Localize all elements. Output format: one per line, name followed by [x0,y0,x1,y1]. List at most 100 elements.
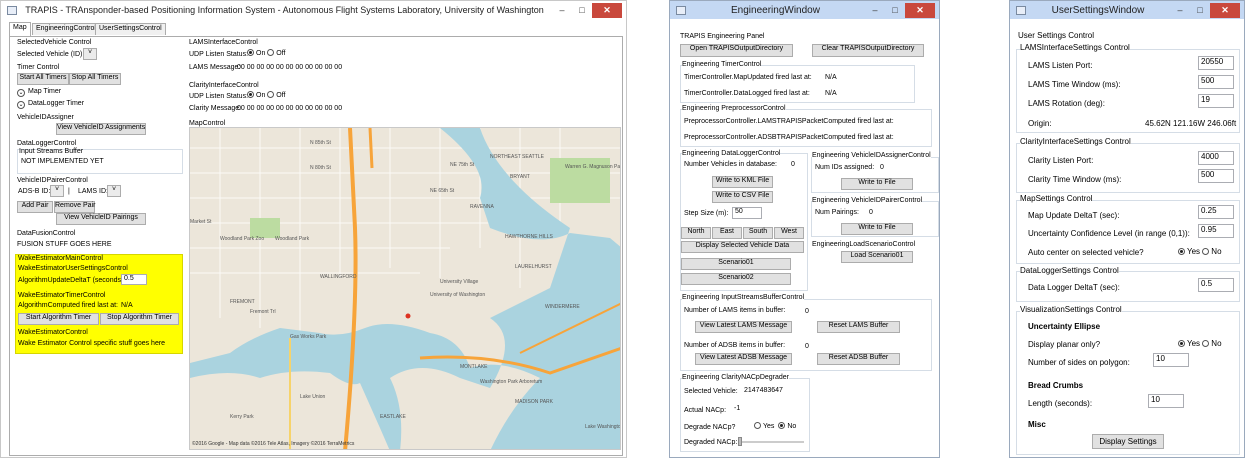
wake-delta-input[interactable]: 0.5 [121,274,147,285]
planar-no-radio[interactable] [1202,340,1210,347]
user-settings-window: UserSettingsWindow – □ ✕ User Settings Con… [1009,0,1245,458]
display-vehicle-data-button[interactable]: Display Selected Vehicle Data [681,241,804,253]
step-size-label: Step Size (m): [684,210,729,217]
polygon-sides-input[interactable]: 10 [1153,353,1189,367]
eng-nacp-header: Engineering ClarityNACpDegrader [682,374,789,381]
open-output-dir-button[interactable]: Open TRAPISOutputDirectory [680,44,793,57]
svg-text:MONTLAKE: MONTLAKE [460,364,488,370]
map-timer-expander[interactable]: ⌄ Map Timer [17,88,61,97]
reset-lams-button[interactable]: Reset LAMS Buffer [817,321,900,333]
tab-engineering[interactable]: EngineeringControl [32,23,100,35]
reset-adsb-button[interactable]: Reset ADSB Buffer [817,353,900,365]
scenario01-button[interactable]: Scenario01 [681,258,791,270]
datalogger-delta-input[interactable]: 0.5 [1198,278,1234,292]
minimize-icon[interactable]: – [1170,5,1190,15]
map-updated-label: TimerController.MapUpdated fired last at… [684,74,812,81]
data-logged-value: N/A [825,90,837,97]
degrade-radios[interactable]: Yes No [754,422,796,430]
tab-user-settings[interactable]: UserSettingsControl [95,23,166,35]
svg-text:FREMONT: FREMONT [230,299,255,305]
lams-port-input[interactable]: 20550 [1198,56,1234,70]
display-planar-radios[interactable]: Yes No [1178,339,1222,348]
tab-map[interactable]: Map [9,22,31,36]
east-button[interactable]: East [712,227,742,239]
lams-off-radio[interactable] [267,49,275,56]
lams-status-radios[interactable]: On Off [247,49,286,57]
degrade-yes-radio[interactable] [754,422,761,429]
selected-vehicle-combo[interactable]: ˅ [83,48,97,60]
selected-vehicle-label: Selected Vehicle: [684,388,738,395]
close-icon[interactable]: ✕ [592,2,622,18]
display-settings-button[interactable]: Display Settings [1092,434,1164,449]
start-algorithm-timer-button[interactable]: Start Algorithm Timer [18,313,99,325]
close-icon[interactable]: ✕ [905,2,935,18]
pairer-write-button[interactable]: Write to File [841,223,913,235]
write-kml-button[interactable]: Write to KML File [712,176,773,188]
scenario02-button[interactable]: Scenario02 [681,273,791,285]
svg-text:Woodland Park: Woodland Park [275,236,310,242]
clear-output-dir-button[interactable]: Clear TRAPISOutputDirectory [812,44,924,57]
pairer-header: VehicleIDPairerControl [17,177,88,184]
eng-timer-header: Engineering TimerControl [682,61,762,68]
lams-on-radio[interactable] [247,49,254,56]
clarity-off-radio[interactable] [267,91,275,98]
view-adsb-button[interactable]: View Latest ADSB Message [695,353,792,365]
view-vehicleid-assignments-button[interactable]: View VehicleID Assignments [56,123,146,135]
svg-text:WINDERMERE: WINDERMERE [545,304,580,310]
selected-vehicle-value: 2147483647 [744,387,783,394]
crumb-length-input[interactable]: 10 [1148,394,1184,408]
crumb-length-label: Length (seconds): [1028,399,1093,408]
confidence-input[interactable]: 0.95 [1198,224,1234,238]
lams-id-combo[interactable]: ˅ [107,185,121,197]
selected-vehicle-header: SelectedVehicle Control [17,39,92,46]
map-updated-value: N/A [825,74,837,81]
clarity-window-input[interactable]: 500 [1198,169,1234,183]
remove-pair-button[interactable]: Remove Pair [54,201,95,213]
lams-window-input[interactable]: 500 [1198,75,1234,89]
step-size-input[interactable]: 50 [732,207,762,219]
write-csv-button[interactable]: Write to CSV File [712,191,773,203]
auto-no-radio[interactable] [1202,248,1210,255]
south-button[interactable]: South [743,227,773,239]
view-vehicleid-pairings-button[interactable]: View VehicleID Pairings [56,213,146,225]
input-streams-label: Input Streams Buffer [19,148,84,155]
datalogger-timer-expander[interactable]: ⌄ DataLogger Timer [17,100,84,109]
clarity-on-radio[interactable] [247,91,254,98]
stop-all-timers-button[interactable]: Stop All Timers [69,73,121,85]
planar-yes-radio[interactable] [1178,340,1185,347]
assigner-write-button[interactable]: Write to File [841,178,913,190]
auto-center-radios[interactable]: Yes No [1178,247,1222,256]
adsb-id-combo[interactable]: ˅ [50,185,64,197]
minimize-icon[interactable]: – [552,5,572,15]
stop-algorithm-timer-button[interactable]: Stop Algorithm Timer [100,313,179,325]
maximize-icon[interactable]: □ [1190,5,1210,15]
minimize-icon[interactable]: – [865,5,885,15]
west-button[interactable]: West [774,227,804,239]
degrade-no-radio[interactable] [778,422,786,429]
expander-icon: ⌄ [17,101,25,109]
svg-text:Fremont Trl: Fremont Trl [250,309,276,315]
eng-assigner-header: Engineering VehicleIDAssignerControl [812,152,931,159]
eng-preprocessor-header: Engineering PreprocessorControl [682,105,786,112]
slider-thumb[interactable] [738,437,742,446]
view-lams-button[interactable]: View Latest LAMS Message [695,321,792,333]
auto-yes-radio[interactable] [1178,248,1185,255]
svg-text:Lake Washington: Lake Washington [585,424,621,430]
load-scenario-button[interactable]: Load Scenario01 [841,251,913,263]
timer-header: Timer Control [17,64,60,71]
maximize-icon[interactable]: □ [885,5,905,15]
map-view[interactable]: N 85th St N 80th St NE 75th St NORTHEAST S… [189,127,621,450]
origin-value: 45.62N 121.16W 246.06ft [1145,119,1237,128]
adsb-items-value: 0 [805,343,809,350]
clarity-port-input[interactable]: 4000 [1198,151,1234,165]
lams-rotation-input[interactable]: 19 [1198,94,1234,108]
close-icon[interactable]: ✕ [1210,2,1240,18]
maximize-icon[interactable]: □ [572,5,592,15]
clarity-status-radios[interactable]: On Off [247,91,286,99]
add-pair-button[interactable]: Add Pair [17,201,53,213]
degraded-nacp-slider[interactable] [738,437,804,446]
svg-text:EASTLAKE: EASTLAKE [380,414,407,420]
start-all-timers-button[interactable]: Start All Timers [17,73,69,85]
north-button[interactable]: North [681,227,711,239]
map-delta-input[interactable]: 0.25 [1198,205,1234,219]
